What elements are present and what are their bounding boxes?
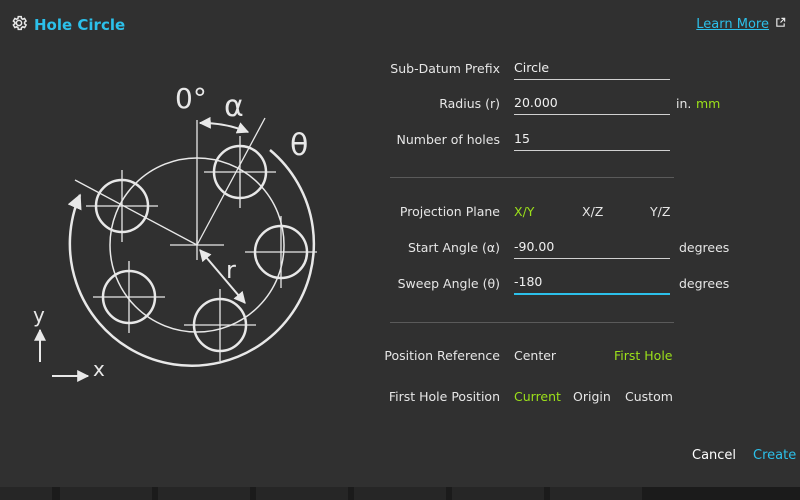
num-holes-row: Number of holes 15: [0, 127, 800, 151]
sweep-angle-input[interactable]: -180: [514, 271, 670, 295]
position-reference-row: Position Reference Center First Hole: [0, 343, 800, 367]
reference-center-option[interactable]: Center: [514, 348, 556, 363]
plane-yz-option[interactable]: Y/Z: [650, 204, 670, 219]
position-custom-option[interactable]: Custom: [625, 389, 673, 404]
toolbar-slot[interactable]: [256, 487, 348, 500]
sweep-angle-unit: degrees: [679, 275, 730, 291]
radius-input[interactable]: 20.000: [514, 92, 670, 115]
num-holes-label: Number of holes: [396, 131, 500, 147]
create-button[interactable]: Create: [753, 448, 796, 463]
num-holes-input[interactable]: 15: [514, 128, 670, 151]
divider: [390, 177, 674, 178]
toolbar-slot[interactable]: [550, 487, 642, 500]
sub-datum-label: Sub-Datum Prefix: [390, 60, 500, 76]
first-hole-position-row: First Hole Position Current Origin Custo…: [0, 384, 800, 408]
title-bar: Hole Circle: [10, 12, 125, 38]
sweep-angle-row: Sweep Angle (θ) -180 degrees: [0, 271, 800, 295]
first-hole-position-label: First Hole Position: [388, 388, 500, 404]
start-angle-unit: degrees: [679, 239, 730, 255]
unit-mm-option[interactable]: mm: [696, 96, 720, 111]
learn-more-link[interactable]: Learn More: [696, 17, 786, 32]
sweep-angle-label: Sweep Angle (θ): [397, 275, 500, 291]
sub-datum-row: Sub-Datum Prefix Circle: [0, 56, 800, 80]
position-reference-label: Position Reference: [384, 347, 500, 363]
start-angle-label: Start Angle (α): [407, 239, 500, 255]
start-angle-row: Start Angle (α) -90.00 degrees: [0, 235, 800, 259]
position-current-option[interactable]: Current: [514, 389, 561, 404]
gear-icon[interactable]: [10, 14, 28, 36]
plane-xz-option[interactable]: X/Z: [582, 204, 603, 219]
toolbar-slot[interactable]: [158, 487, 250, 500]
y-axis-label: y: [33, 303, 45, 327]
hole-circle-dialog: Hole Circle Learn More 0° α θ r y x Sub-…: [0, 0, 800, 487]
projection-plane-row: Projection Plane X/Y X/Z Y/Z: [0, 199, 800, 223]
sub-datum-input[interactable]: Circle: [514, 57, 670, 80]
plane-xy-option[interactable]: X/Y: [514, 204, 534, 219]
radius-label: Radius (r): [439, 95, 500, 111]
start-angle-input[interactable]: -90.00: [514, 236, 670, 259]
unit-inches-option[interactable]: in.: [676, 96, 691, 111]
toolbar-slot[interactable]: [452, 487, 544, 500]
learn-more-label[interactable]: Learn More: [696, 17, 769, 32]
projection-plane-label: Projection Plane: [399, 203, 500, 219]
background-toolbar: [0, 487, 800, 500]
reference-first-hole-option[interactable]: First Hole: [614, 348, 673, 363]
cancel-button[interactable]: Cancel: [692, 448, 736, 463]
radius-row: Radius (r) 20.000 in. mm: [0, 91, 800, 115]
position-origin-option[interactable]: Origin: [573, 389, 611, 404]
toolbar-slot[interactable]: [354, 487, 446, 500]
toolbar-slot[interactable]: [0, 487, 52, 500]
divider: [390, 322, 674, 323]
dialog-title: Hole Circle: [34, 16, 126, 34]
external-link-icon: [775, 17, 786, 32]
toolbar-slot[interactable]: [60, 487, 152, 500]
